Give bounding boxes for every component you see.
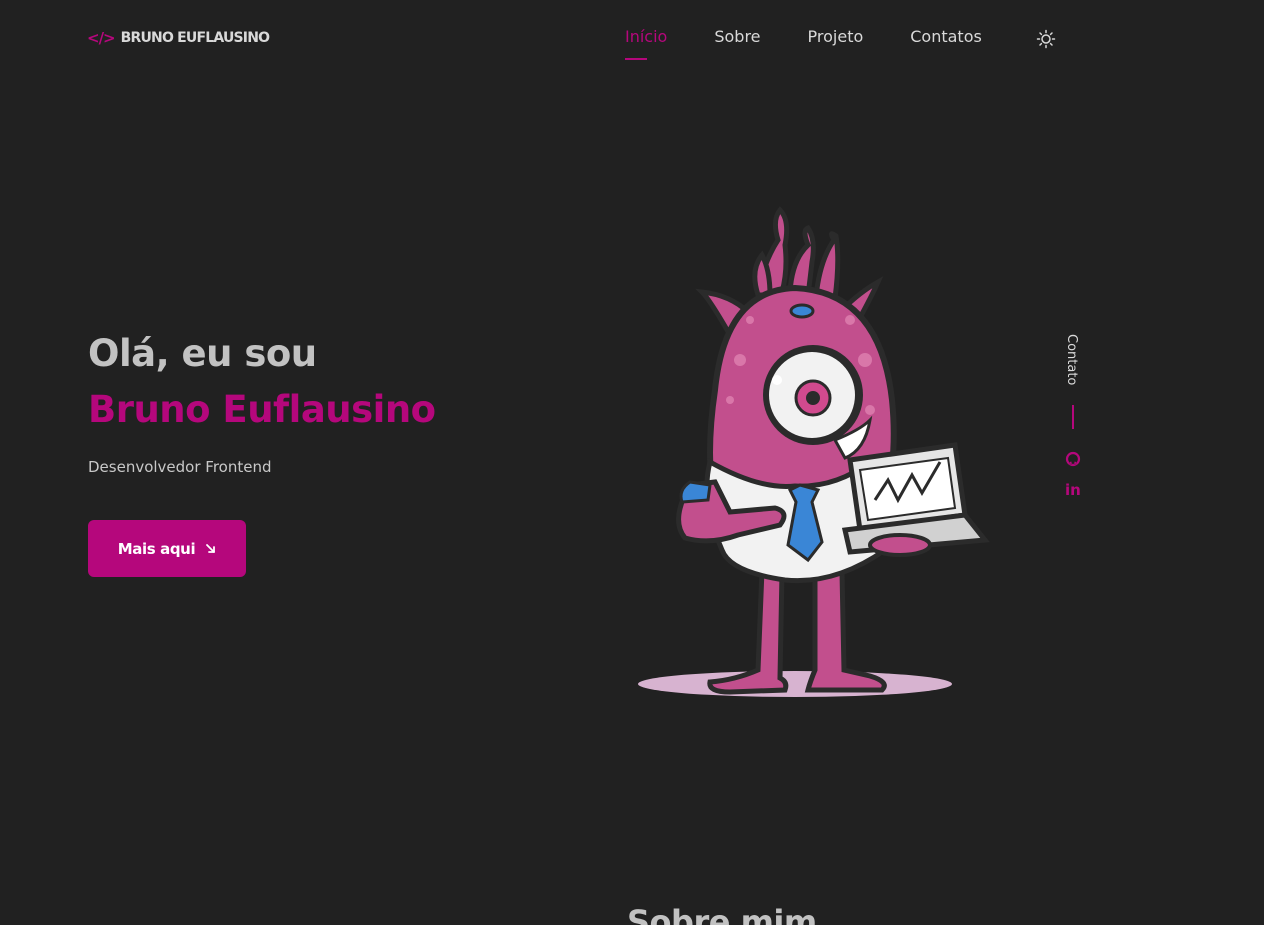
hero-role: Desenvolvedor Frontend [88, 458, 272, 476]
section-title-sobre: Sobre mim [627, 903, 817, 925]
sun-icon [1036, 29, 1056, 49]
nav-item-projeto[interactable]: Projeto [808, 27, 864, 54]
arrow-down-right-icon [206, 544, 216, 553]
page: </> BRUNO EUFLAUSINO Início Sobre Projet… [0, 0, 1264, 925]
social-divider [1072, 405, 1074, 429]
contact-label: Contato [1064, 334, 1079, 386]
theme-toggle-button[interactable] [1036, 29, 1056, 49]
github-icon [1065, 451, 1081, 467]
site-header: </> BRUNO EUFLAUSINO Início Sobre Projet… [0, 0, 1264, 78]
nav-item-contatos[interactable]: Contatos [910, 27, 982, 54]
nav-item-sobre[interactable]: Sobre [714, 27, 760, 54]
nav-item-inicio[interactable]: Início [625, 27, 667, 60]
mais-aqui-button[interactable]: Mais aqui [88, 520, 246, 577]
logo[interactable]: </> BRUNO EUFLAUSINO [87, 29, 270, 47]
main-nav: Início Sobre Projeto Contatos [625, 27, 1029, 60]
monster-illustration [638, 206, 990, 697]
mais-aqui-label: Mais aqui [117, 539, 196, 558]
hero-name: Bruno Euflausino [88, 388, 436, 431]
hero-greeting: Olá, eu sou [88, 332, 317, 375]
github-link[interactable] [1064, 450, 1082, 468]
code-icon: </> [87, 29, 116, 47]
logo-text: BRUNO EUFLAUSINO [120, 30, 270, 46]
linkedin-link[interactable]: in [1065, 481, 1081, 499]
